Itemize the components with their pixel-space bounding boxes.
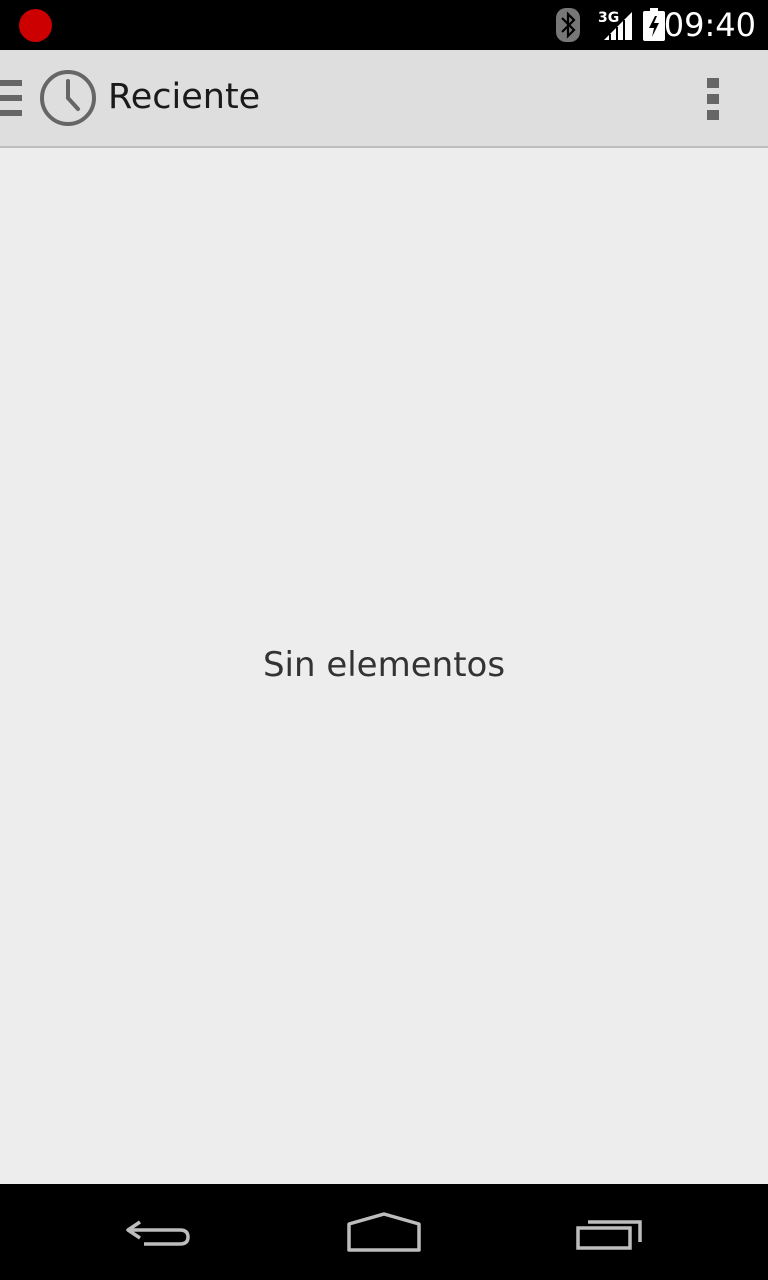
overflow-menu-icon bbox=[707, 78, 719, 120]
drawer-indicator-icon[interactable] bbox=[0, 78, 24, 118]
status-bar: 3G 09:40 bbox=[0, 0, 768, 50]
battery-charging-icon bbox=[643, 8, 665, 41]
record-indicator-icon bbox=[19, 9, 52, 42]
overflow-menu-button[interactable] bbox=[690, 68, 736, 130]
back-button[interactable] bbox=[104, 1202, 214, 1262]
signal-3g-icon: 3G bbox=[598, 10, 632, 40]
bluetooth-icon bbox=[556, 8, 580, 42]
navigation-bar bbox=[0, 1184, 768, 1280]
home-button[interactable] bbox=[329, 1202, 439, 1262]
recents-button[interactable] bbox=[555, 1202, 665, 1262]
page-title: Reciente bbox=[108, 77, 261, 117]
status-time: 09:40 bbox=[663, 6, 756, 44]
content-area: Sin elementos bbox=[0, 148, 768, 1184]
empty-message: Sin elementos bbox=[262, 645, 506, 685]
home-icon bbox=[347, 1212, 421, 1252]
network-type-label: 3G bbox=[598, 10, 619, 26]
recents-icon bbox=[576, 1220, 642, 1250]
clock-icon[interactable] bbox=[38, 68, 98, 128]
action-bar: Reciente bbox=[0, 50, 768, 148]
back-icon bbox=[126, 1220, 190, 1246]
